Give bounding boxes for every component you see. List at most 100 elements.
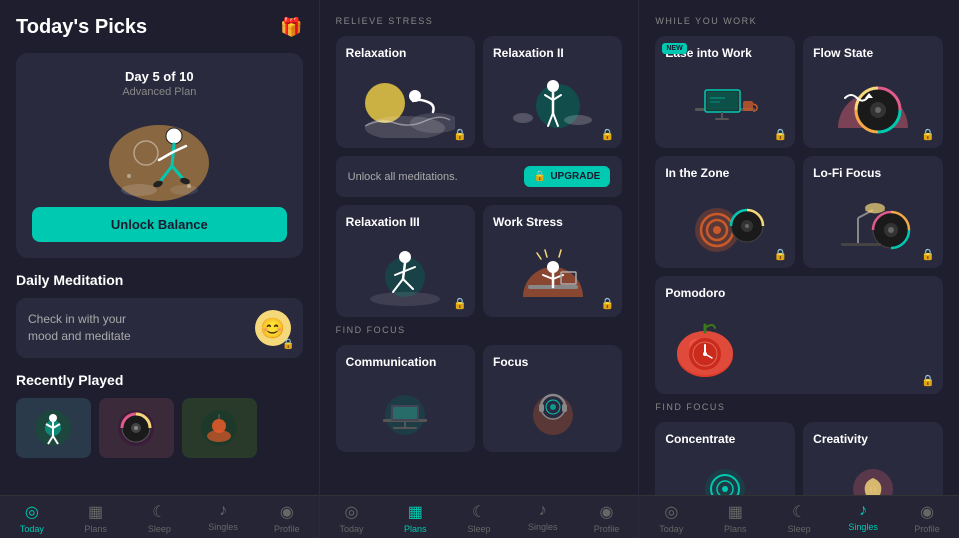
- rp-illus-3: [182, 398, 257, 458]
- upgrade-button[interactable]: 🔒 UPGRADE: [524, 166, 610, 187]
- profile-icon-2: ◉: [599, 502, 613, 522]
- relaxation-illus: [346, 64, 465, 138]
- recently-played-row: [16, 398, 303, 458]
- nav1-plans[interactable]: ▦ Plans: [64, 502, 128, 534]
- concentrate-card[interactable]: Concentrate: [655, 422, 795, 495]
- panel-singles: WHILE YOU WORK NEW Ease into Work: [639, 0, 959, 538]
- nav1-today[interactable]: ◎ Today: [0, 502, 64, 534]
- concentrate-svg: [675, 454, 775, 495]
- today-illustration: [94, 108, 224, 203]
- nav1-profile[interactable]: ◉ Profile: [255, 502, 319, 534]
- plans-icon: ▦: [88, 502, 103, 522]
- rp-item-3[interactable]: [182, 398, 257, 458]
- work-stress-title: Work Stress: [493, 215, 563, 229]
- singles-icon: ♪: [219, 502, 227, 520]
- nav1-singles[interactable]: ♪ Singles: [191, 502, 255, 534]
- panel-today: Today's Picks 🎁 Day 5 of 10 Advanced Pla…: [0, 0, 320, 538]
- day-label: Day 5 of 10: [125, 69, 194, 84]
- concentrate-illus: [665, 450, 785, 495]
- upgrade-lock-icon: 🔒: [534, 171, 546, 182]
- communication-card[interactable]: Communication: [336, 345, 475, 452]
- new-badge: NEW: [662, 43, 686, 54]
- find-focus-label-2: FIND FOCUS: [336, 325, 623, 335]
- in-the-zone-title: In the Zone: [665, 166, 729, 180]
- work-stress-lock: 🔒: [601, 297, 615, 310]
- mood-lock-icon: 🔒: [282, 339, 294, 350]
- relaxation3-illus: [346, 233, 465, 307]
- pomodoro-svg: [665, 310, 745, 380]
- plans-icon-2: ▦: [408, 502, 423, 522]
- rp-item-2[interactable]: [99, 398, 174, 458]
- creativity-svg: [823, 454, 923, 495]
- bottom-nav-3: ◎ Today ▦ Plans ☾ Sleep ♪ Singles ◉ Prof…: [639, 495, 959, 538]
- pomodoro-card[interactable]: Pomodoro: [655, 276, 943, 394]
- focus-svg: [503, 377, 603, 442]
- while-you-work-label: WHILE YOU WORK: [655, 16, 943, 26]
- daily-meditation-title: Daily Meditation: [16, 272, 303, 288]
- singles-icon-3: ♪: [859, 502, 867, 520]
- creativity-card[interactable]: Creativity: [803, 422, 943, 495]
- flow-lock: 🔒: [921, 128, 935, 141]
- pomodoro-lock: 🔒: [921, 374, 935, 387]
- today-icon: ◎: [25, 502, 39, 522]
- bottom-nav-2: ◎ Today ▦ Plans ☾ Sleep ♪ Singles ◉ Prof…: [320, 495, 639, 538]
- find-focus-row3: Concentrate Creativity: [655, 422, 943, 495]
- plan-label: Advanced Plan: [122, 86, 196, 98]
- upgrade-bar: Unlock all meditations. 🔒 UPGRADE: [336, 156, 623, 197]
- rp-illus-2: [99, 398, 174, 458]
- work-stress-card[interactable]: Work Stress: [483, 205, 622, 317]
- pomodoro-title: Pomodoro: [665, 286, 725, 300]
- relieve-stress-label: RELIEVE STRESS: [336, 16, 623, 26]
- work-stress-illus: [493, 233, 612, 307]
- singles-icon-2: ♪: [539, 502, 547, 520]
- in-the-zone-card[interactable]: In the Zone: [655, 156, 795, 268]
- rp-item-1[interactable]: [16, 398, 91, 458]
- communication-illus: [346, 373, 465, 442]
- nav2-profile[interactable]: ◉ Profile: [575, 502, 639, 534]
- nav3-today[interactable]: ◎ Today: [639, 502, 703, 534]
- panel1-header: Today's Picks 🎁: [16, 16, 303, 39]
- focus-title: Focus: [493, 355, 528, 369]
- nav2-today[interactable]: ◎ Today: [320, 502, 384, 534]
- flow-state-card[interactable]: Flow State: [803, 36, 943, 148]
- relaxation-lock: 🔒: [453, 128, 467, 141]
- gift-icon[interactable]: 🎁: [280, 17, 302, 38]
- upgrade-text: Unlock all meditations.: [348, 171, 458, 183]
- today-icon-2: ◎: [345, 502, 359, 522]
- lofi-illus: [813, 184, 933, 258]
- focus-card[interactable]: Focus: [483, 345, 622, 452]
- nav1-sleep[interactable]: ☾ Sleep: [127, 502, 191, 534]
- nav3-profile[interactable]: ◉ Profile: [895, 502, 959, 534]
- today-icon-3: ◎: [664, 502, 678, 522]
- relaxation3-card[interactable]: Relaxation III 🔒: [336, 205, 475, 317]
- nav3-plans[interactable]: ▦ Plans: [703, 502, 767, 534]
- nav2-singles[interactable]: ♪ Singles: [511, 502, 575, 534]
- lofi-lock: 🔒: [921, 248, 935, 261]
- day-card: Day 5 of 10 Advanced Plan: [16, 53, 303, 258]
- relaxation2-illus: [493, 64, 612, 138]
- zone-svg: [675, 188, 775, 258]
- flow-illus: [813, 64, 933, 138]
- unlock-balance-button[interactable]: Unlock Balance: [32, 207, 287, 242]
- flow-state-title: Flow State: [813, 46, 873, 60]
- ease-into-work-card[interactable]: NEW Ease into Work: [655, 36, 795, 148]
- find-focus-label-3: FIND FOCUS: [655, 402, 943, 412]
- lofi-svg: [823, 188, 923, 258]
- find-focus-row1: Communication Focus: [336, 345, 623, 452]
- relaxation2-card[interactable]: Relaxation II: [483, 36, 622, 148]
- nav2-sleep[interactable]: ☾ Sleep: [447, 502, 511, 534]
- relaxation-card[interactable]: Relaxation 🔒: [336, 36, 475, 148]
- while-work-row2: In the Zone: [655, 156, 943, 268]
- mood-text: Check in with your mood and meditate: [28, 311, 131, 345]
- sleep-icon-3: ☾: [792, 502, 806, 522]
- ease-illus: [665, 64, 785, 138]
- nav2-plans[interactable]: ▦ Plans: [383, 502, 447, 534]
- communication-title: Communication: [346, 355, 437, 369]
- relaxation3-lock: 🔒: [453, 297, 467, 310]
- nav3-singles[interactable]: ♪ Singles: [831, 502, 895, 534]
- nav3-sleep[interactable]: ☾ Sleep: [767, 502, 831, 534]
- relaxation2-title: Relaxation II: [493, 46, 564, 60]
- mood-card[interactable]: Check in with your mood and meditate 😊 🔒: [16, 298, 303, 358]
- lofi-focus-card[interactable]: Lo-Fi Focus: [803, 156, 943, 268]
- zone-illus: [665, 184, 785, 258]
